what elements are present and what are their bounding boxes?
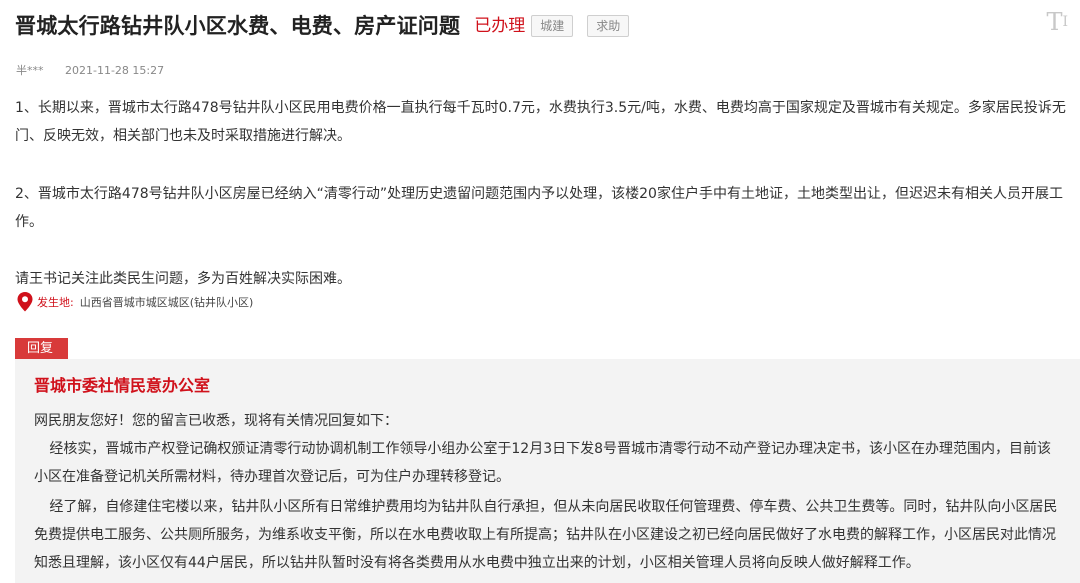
page-title: 晋城太行路钻井队小区水费、电费、房产证问题 [15, 14, 461, 38]
reply-box: 晋城市委社情民意办公室 网民朋友您好！您的留言已收悉，现将有关情况回复如下： 经… [15, 359, 1080, 583]
author-name: 半*** [16, 64, 44, 77]
reply-greeting: 网民朋友您好！您的留言已收悉，现将有关情况回复如下： [34, 413, 398, 429]
status-label: 已办理 [474, 16, 526, 36]
tag-help[interactable]: 求助 [587, 15, 630, 37]
reply-badge: 回复 [15, 338, 68, 359]
reply-paragraph-1: 经核实，晋城市产权登记确权颁证清零行动协调机制工作领导小组办公室于12月3日下发… [34, 441, 1052, 485]
location-label: 发生地: [37, 296, 74, 309]
message-paragraph-1: 1、长期以来，晋城市太行路478号钻井队小区民用电费价格一直执行每千瓦时0.7元… [15, 100, 1066, 144]
message-paragraph-2: 2、晋城市太行路478号钻井队小区房屋已经纳入“清零行动”处理历史遗留问题范围内… [15, 186, 1063, 230]
location-pin-icon [17, 292, 33, 312]
tag-urban-construction[interactable]: 城建 [531, 15, 574, 37]
post-datetime: 2021-11-28 15:27 [65, 64, 165, 77]
reply-department: 晋城市委社情民意办公室 [34, 376, 211, 395]
title-row: 晋城太行路钻井队小区水费、电费、房产证问题 已办理 城建 求助 [15, 12, 630, 40]
reply-paragraph-2: 经了解，自修建住宅楼以来，钻井队小区所有日常维护费用均为钻井队自行承担，但从未向… [34, 499, 1058, 571]
post-meta: 半*** 2021-11-28 15:27 [16, 62, 164, 78]
message-paragraph-3: 请王书记关注此类民生问题，多为百姓解决实际困难。 [15, 271, 351, 287]
font-size-toggle-icon[interactable]: TI [1046, 8, 1068, 36]
location-text: 山西省晋城市城区城区(钻井队小区) [79, 296, 254, 309]
location-row: 发生地: 山西省晋城市城区城区(钻井队小区) [16, 291, 253, 313]
